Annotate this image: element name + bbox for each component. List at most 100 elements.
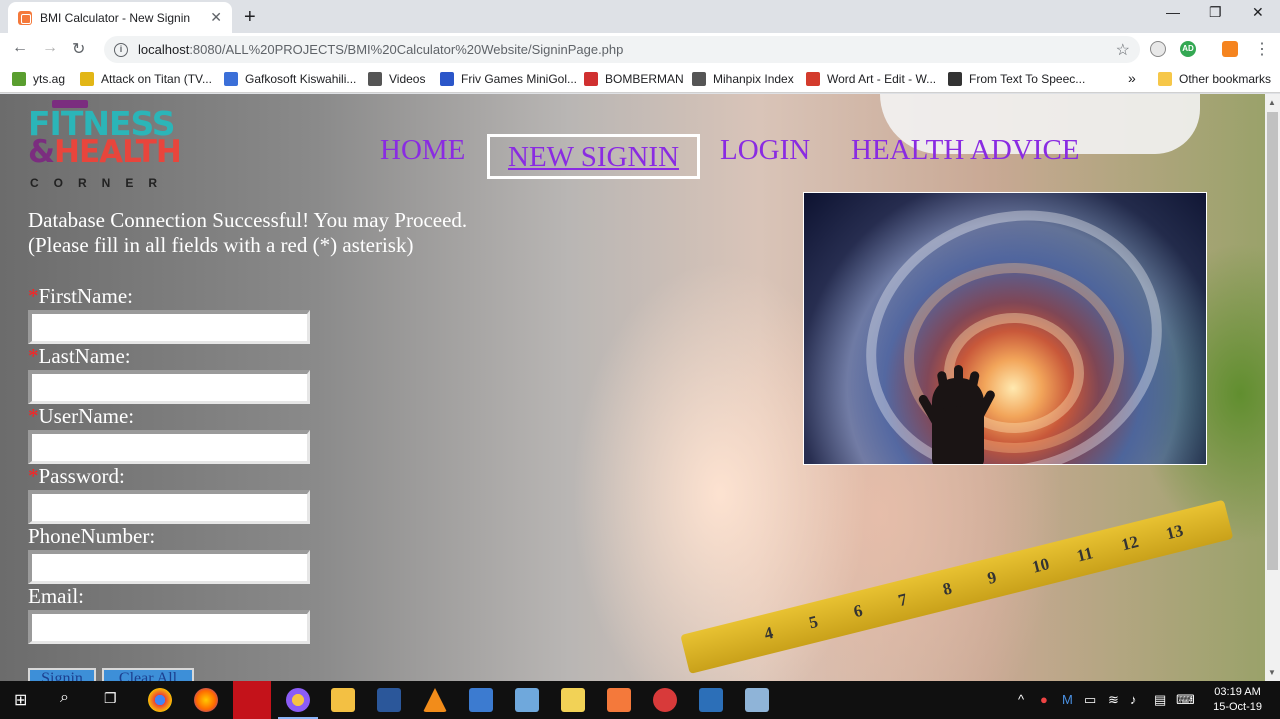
username-input[interactable] [28, 430, 310, 464]
measuring-tape: 4 5 6 7 8 9 10 11 12 13 [680, 499, 1234, 674]
bookmark-star-icon[interactable]: ☆ [1116, 40, 1130, 60]
task-view-icon[interactable]: ❐ [104, 690, 117, 707]
tray-malwarebytes-icon[interactable]: M [1062, 692, 1073, 707]
lastname-input[interactable] [28, 370, 310, 404]
nav-home[interactable]: HOME [380, 134, 465, 167]
tray-chevron-icon[interactable]: ^ [1018, 692, 1024, 707]
address-bar[interactable]: i localhost:8080/ALL%20PROJECTS/BMI%20Ca… [104, 36, 1140, 63]
site-info-icon[interactable]: i [114, 42, 128, 57]
required-mark: * [28, 404, 39, 428]
wifi-icon[interactable]: ≋ [1108, 692, 1119, 708]
email-label: Email: [28, 584, 84, 608]
tape-number: 11 [1074, 543, 1095, 566]
remote-desktop-icon[interactable] [699, 688, 723, 712]
bookmark-item[interactable]: Word Art - Edit - W... [806, 72, 936, 86]
bookmark-item[interactable]: Mihanpix Index [692, 72, 794, 86]
browser-tab[interactable]: BMI Calculator - New Signin ✕ [8, 2, 232, 33]
firefox-icon[interactable] [194, 688, 218, 712]
forward-arrow-icon[interactable]: → [42, 39, 58, 57]
phone-input[interactable] [28, 550, 310, 584]
new-tab-button[interactable]: + [244, 6, 256, 29]
bookmark-label: Gafkosoft Kiswahili... [245, 72, 357, 86]
folder-icon [1158, 72, 1172, 86]
metamask-icon[interactable] [1222, 41, 1238, 57]
password-label-text: Password: [38, 464, 125, 488]
search-icon[interactable]: ⌕ [60, 689, 69, 707]
bookmark-label: Friv Games MiniGol... [461, 72, 578, 86]
menu-dots-icon[interactable]: ⋮ [1254, 39, 1270, 59]
scroll-down-icon[interactable]: ▼ [1268, 668, 1276, 677]
other-bookmarks-label: Other bookmarks [1179, 72, 1272, 86]
password-input[interactable] [28, 490, 310, 524]
bookmark-item[interactable]: Attack on Titan (TV... [80, 72, 212, 86]
email-input[interactable] [28, 610, 310, 644]
page-scrollbar[interactable]: ▲ ▼ [1265, 94, 1280, 681]
scroll-thumb[interactable] [1267, 112, 1278, 570]
friv-icon [440, 72, 454, 86]
scroll-up-icon[interactable]: ▲ [1268, 98, 1276, 107]
tape-number: 9 [985, 567, 999, 588]
app-icon[interactable] [469, 688, 493, 712]
bookmarks-overflow-icon[interactable]: » [1128, 70, 1136, 86]
logo-health: HEALTH [54, 134, 182, 170]
opera-icon[interactable] [233, 681, 271, 719]
required-mark: * [28, 344, 39, 368]
volume-icon[interactable]: ♪ [1130, 692, 1137, 707]
minimize-icon[interactable]: — [1166, 4, 1180, 20]
connection-message: Database Connection Successful! You may … [28, 208, 468, 232]
bookmark-label: Attack on Titan (TV... [101, 72, 212, 86]
browser-toolbar: ← → ↻ i localhost:8080/ALL%20PROJECTS/BM… [0, 33, 1280, 66]
close-tab-icon[interactable]: ✕ [210, 9, 222, 26]
tape-number: 6 [851, 600, 865, 622]
extension-icon[interactable] [1150, 41, 1166, 57]
reload-icon[interactable]: ↻ [72, 39, 85, 59]
wordart-icon [806, 72, 820, 86]
page-viewport: 4 5 6 7 8 9 10 11 12 13 FITNESS &HEALTH CORNER HO… [0, 94, 1265, 681]
site-logo[interactable]: FITNESS &HEALTH CORNER [28, 100, 218, 190]
nav-health-advice[interactable]: HEALTH ADVICE [851, 134, 1080, 167]
firstname-input[interactable] [28, 310, 310, 344]
logo-line3: CORNER [30, 176, 173, 190]
bookmark-item[interactable]: Gafkosoft Kiswahili... [224, 72, 356, 86]
notification-icon[interactable]: ▤ [1154, 692, 1166, 708]
logo-line2: &HEALTH [28, 134, 182, 170]
signin-button[interactable]: Signin [28, 668, 96, 681]
chrome-canary-icon[interactable] [286, 688, 310, 712]
bookmark-item[interactable]: BOMBERMAN [584, 72, 684, 86]
lastname-label-text: LastName: [38, 344, 131, 368]
notes-icon[interactable] [561, 688, 585, 712]
bookmark-item[interactable]: From Text To Speec... [948, 72, 1085, 86]
bookmark-item[interactable]: Friv Games MiniGol... [440, 72, 577, 86]
instruction-message: (Please fill in all fields with a red (*… [28, 233, 414, 257]
word-icon[interactable] [377, 688, 401, 712]
bookmark-item[interactable]: yts.ag [12, 72, 65, 86]
file-explorer-icon[interactable] [331, 688, 355, 712]
tape-number: 13 [1164, 520, 1186, 544]
clear-all-button[interactable]: Clear All [102, 668, 194, 681]
battery-icon[interactable]: ▭ [1084, 692, 1096, 708]
globe-icon [368, 72, 382, 86]
virtualbox-icon[interactable] [515, 688, 539, 712]
password-label: *Password: [28, 464, 125, 489]
profile-avatar[interactable]: AD [1180, 41, 1196, 57]
back-arrow-icon[interactable]: ← [12, 39, 28, 57]
xampp-icon[interactable] [607, 688, 631, 712]
photos-icon[interactable] [745, 688, 769, 712]
app-red-icon[interactable] [653, 688, 677, 712]
yts-icon [12, 72, 26, 86]
restore-icon[interactable]: ❐ [1209, 4, 1222, 21]
nav-login[interactable]: LOGIN [720, 134, 810, 167]
vs-icon [584, 72, 598, 86]
system-clock[interactable]: 03:19 AM 15-Oct-19 [1213, 685, 1262, 715]
window-close-icon[interactable]: ✕ [1252, 4, 1264, 21]
windows-start-icon[interactable]: ⊞ [14, 690, 27, 710]
keyboard-icon[interactable]: ⌨ [1176, 692, 1195, 708]
logo-ampersand: & [28, 134, 55, 170]
bookmark-item[interactable]: Videos [368, 72, 425, 86]
tray-app-icon[interactable]: ● [1040, 692, 1048, 707]
other-bookmarks[interactable]: Other bookmarks [1158, 72, 1271, 86]
bookmarks-bar: From Text To Speec... Word Art - Edit - W… [0, 66, 1280, 93]
chrome-icon[interactable] [148, 688, 172, 712]
nav-new-signin[interactable]: NEW SIGNIN [487, 134, 701, 179]
vlc-icon[interactable] [423, 688, 447, 712]
